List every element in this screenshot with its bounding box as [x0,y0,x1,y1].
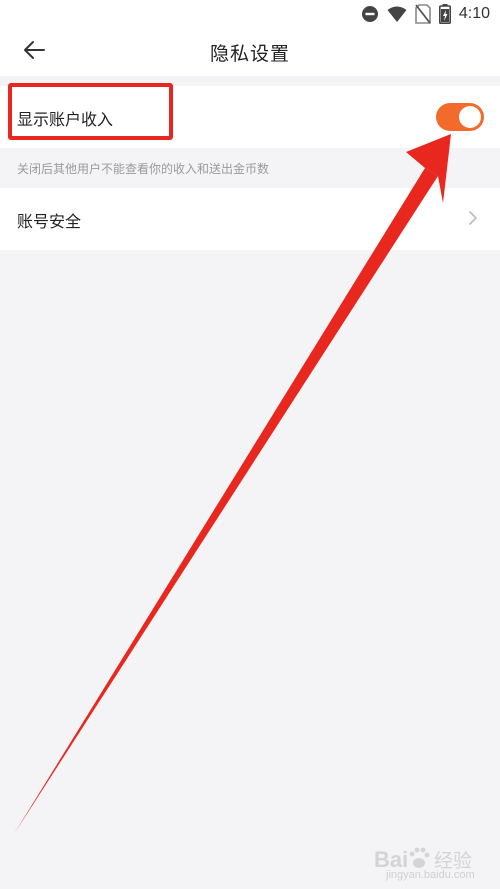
watermark-url: jingyan.baidu.com [386,869,475,881]
baidu-jingyan-watermark: Bai 经验 jingyan.baidu.com [368,836,496,882]
screen: 4:10 隐私设置 显示账户收入 关闭后其他用户不能查看你的收入和送出金币数 账… [0,0,500,889]
annotation-arrow-icon [14,134,451,834]
